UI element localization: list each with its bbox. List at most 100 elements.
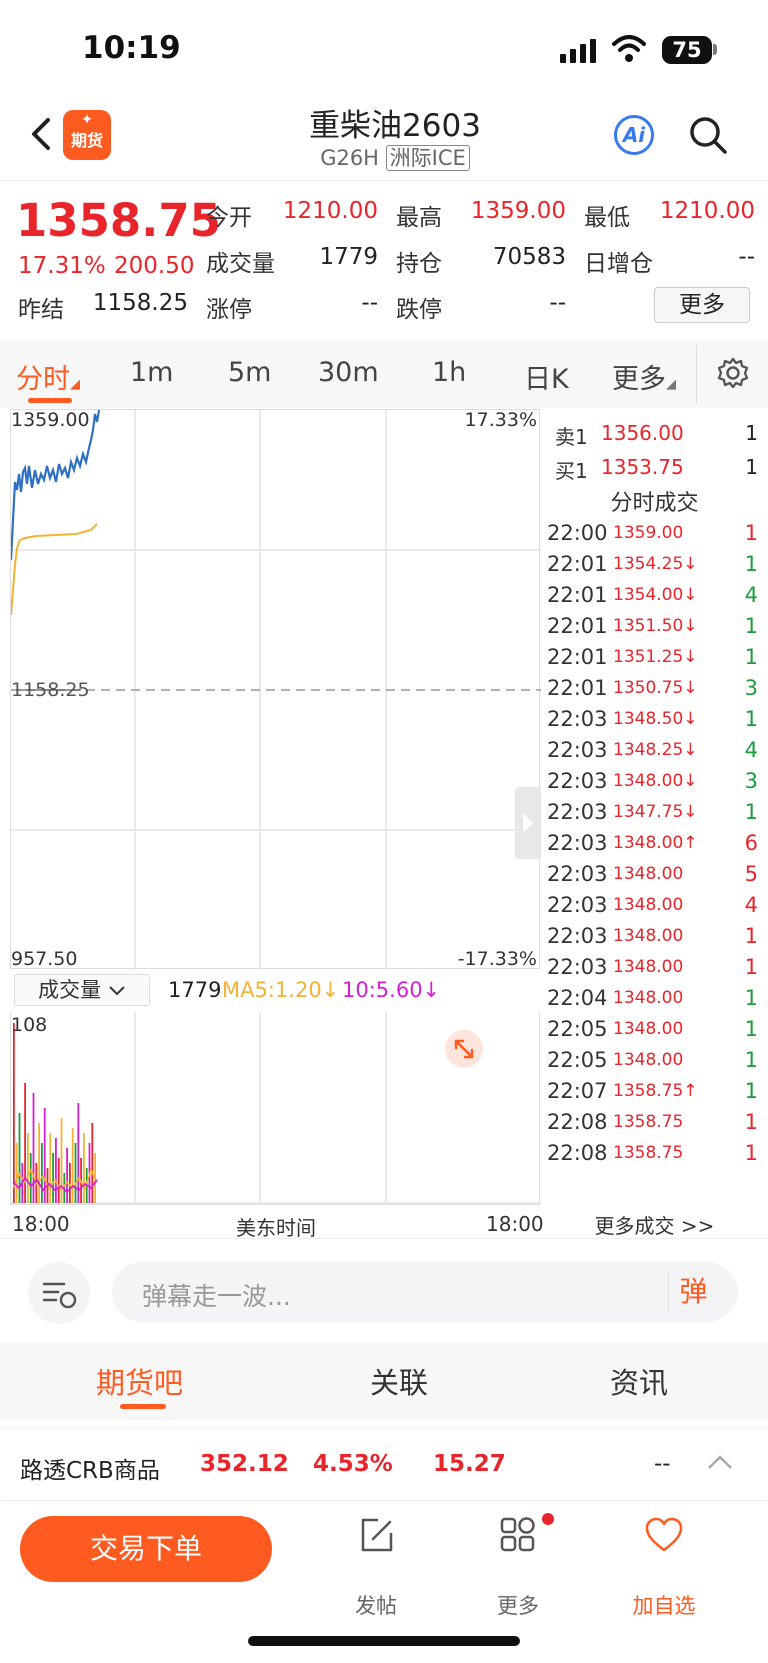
volume-axis-max: 108	[11, 1014, 48, 1036]
volume-bar	[41, 1143, 43, 1203]
post-icon[interactable]	[356, 1515, 396, 1555]
more-quote-button[interactable]: 更多	[654, 287, 750, 323]
bid-price: 1353.75	[601, 455, 684, 479]
daily-oi-change-label: 日增仓	[584, 251, 653, 277]
change-value: 200.50	[114, 253, 195, 279]
gear-icon[interactable]	[716, 356, 750, 390]
more-label[interactable]: 更多	[478, 1590, 558, 1620]
more-apps-icon[interactable]	[498, 1515, 538, 1555]
ticker-pct: 4.53%	[313, 1451, 393, 1477]
trade-volume: 6	[744, 831, 758, 855]
battery-cap	[713, 44, 717, 55]
expand-panel-handle[interactable]	[515, 787, 541, 859]
limit-down-label: 跌停	[396, 297, 442, 323]
bid-1-row: 买1 1353.75 1	[541, 451, 768, 483]
ticker-name: 路透CRB商品	[20, 1458, 160, 1484]
ask-price: 1356.00	[601, 421, 684, 445]
tab-related[interactable]: 关联	[370, 1360, 428, 1402]
volume-bar	[52, 1153, 54, 1203]
time-axis-start: 18:00	[12, 1212, 70, 1236]
intraday-chart-svg	[11, 410, 541, 970]
last-price: 1358.75	[16, 194, 221, 247]
trade-price: 1354.00↓	[613, 585, 698, 605]
trade-time: 22:05	[547, 1048, 608, 1072]
time-axis-label: 美东时间	[236, 1216, 316, 1240]
trade-price: 1358.75	[613, 1112, 684, 1132]
trade-time: 22:03	[547, 707, 608, 731]
danmu-send-button[interactable]: 弹	[668, 1270, 718, 1314]
danmu-toggle-button[interactable]	[28, 1262, 90, 1324]
volume-bar	[49, 1133, 52, 1203]
trade-time: 22:01	[547, 614, 608, 638]
trade-time: 22:01	[547, 583, 608, 607]
divider	[696, 345, 697, 403]
trade-time: 22:03	[547, 893, 608, 917]
intraday-chart[interactable]: 1359.00 17.33% 1158.25 957.50 -17.33%	[10, 409, 541, 970]
trade-price: 1354.25↓	[613, 554, 698, 574]
volume-chart[interactable]: 108	[10, 1012, 541, 1204]
volume-bar	[24, 1083, 26, 1203]
trade-time: 22:08	[547, 1110, 608, 1134]
chevron-right-icon	[523, 813, 533, 833]
back-icon[interactable]	[28, 116, 54, 152]
fullscreen-button[interactable]	[445, 1030, 483, 1068]
volume-bar	[66, 1148, 68, 1203]
trade-price: 1358.75	[613, 1143, 684, 1163]
volume-indicator-select[interactable]: 成交量	[14, 974, 150, 1006]
futures-logo: ✦ 期货	[63, 110, 111, 160]
tab-30m[interactable]: 30m	[318, 357, 379, 388]
more-trades-link[interactable]: 更多成交 >>	[541, 1210, 768, 1239]
add-watchlist-label[interactable]: 加自选	[624, 1590, 704, 1620]
ask-volume: 1	[745, 421, 758, 445]
heart-icon[interactable]	[644, 1515, 684, 1555]
tab-daily-k[interactable]: 日K	[524, 357, 569, 396]
trade-time: 22:03	[547, 738, 608, 762]
trade-volume: 4	[744, 738, 758, 762]
tab-1h[interactable]: 1h	[432, 357, 466, 388]
tab-label: 分时	[16, 364, 70, 395]
tab-intraday[interactable]: 分时◢	[16, 357, 80, 396]
tab-5m[interactable]: 5m	[228, 357, 271, 388]
volume-bar	[83, 1133, 85, 1203]
trade-row: 22:07 1358.75↑ 1	[541, 1075, 762, 1108]
low-label: 最低	[584, 205, 630, 231]
trade-price: 1348.00	[613, 1019, 684, 1039]
tab-futures-forum[interactable]: 期货吧	[96, 1360, 183, 1402]
post-label[interactable]: 发帖	[336, 1590, 416, 1620]
tab-more[interactable]: 更多◢	[612, 357, 676, 396]
chevron-up-icon[interactable]	[706, 1452, 734, 1476]
ai-assistant-button[interactable]: Ai	[614, 115, 654, 155]
ask-1-row: 卖1 1356.00 1	[541, 417, 768, 449]
trade-row: 22:05 1348.00 1	[541, 1044, 762, 1077]
axis-min-pct: -17.33%	[457, 948, 537, 970]
trade-volume: 1	[744, 800, 758, 824]
trade-volume: 4	[744, 583, 758, 607]
ticker-change: 15.27	[433, 1451, 506, 1477]
trade-row: 22:03 1348.00↓ 3	[541, 765, 762, 798]
axis-max-pct: 17.33%	[464, 409, 537, 431]
trade-time: 22:01	[547, 645, 608, 669]
chevron-down-icon	[109, 986, 125, 996]
ask-label: 卖1	[555, 425, 588, 449]
trade-row: 22:05 1348.00 1	[541, 1013, 762, 1046]
trade-row: 22:03 1348.00 1	[541, 951, 762, 984]
tab-news[interactable]: 资讯	[610, 1360, 668, 1402]
open-interest-value: 70583	[492, 244, 566, 270]
divider	[0, 1500, 768, 1501]
high-value: 1359.00	[470, 198, 566, 224]
trade-row: 22:08 1358.75 1	[541, 1106, 762, 1139]
trade-volume: 1	[744, 521, 758, 545]
tab-1m[interactable]: 1m	[130, 357, 173, 388]
volume-bar	[15, 1143, 18, 1203]
search-icon[interactable]	[688, 115, 728, 155]
trade-row: 22:01 1354.00↓ 4	[541, 579, 762, 612]
volume-bar	[74, 1143, 77, 1203]
avg-price-line	[11, 523, 98, 616]
open-value: 1210.00	[282, 198, 378, 224]
trade-price: 1348.00	[613, 1050, 684, 1070]
volume-bars	[13, 1023, 96, 1203]
page-subtitle: G26H 洲际ICE	[200, 142, 590, 172]
place-order-button[interactable]: 交易下单	[20, 1516, 272, 1582]
trade-volume: 1	[744, 924, 758, 948]
trade-row: 22:03 1347.75↓ 1	[541, 796, 762, 829]
